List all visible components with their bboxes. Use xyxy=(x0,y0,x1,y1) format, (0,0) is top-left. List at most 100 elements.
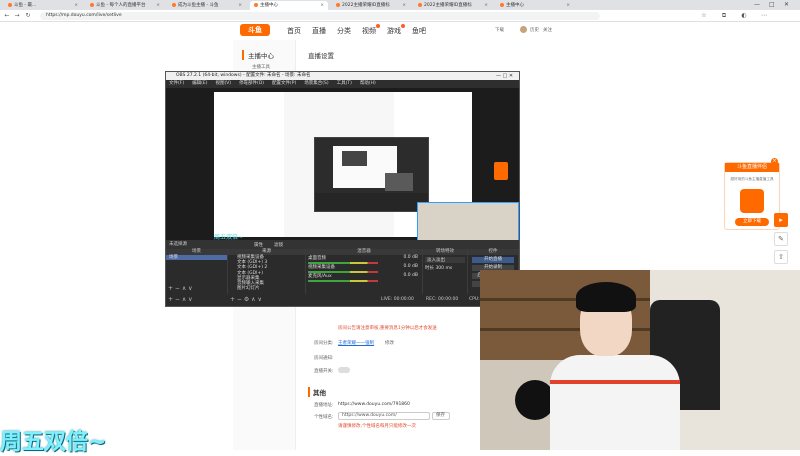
more-menu-icon[interactable]: ⋯ xyxy=(760,12,768,20)
duration-label: 时长 xyxy=(425,266,434,271)
scenes-dock: 场景 场景 + − ∧ ∨ xyxy=(166,249,228,294)
history-link[interactable]: 历史 xyxy=(530,27,539,33)
nav-category[interactable]: 分类 xyxy=(337,26,351,36)
start-streaming-button[interactable]: 开始直播 xyxy=(472,257,514,263)
close-window-button[interactable]: ✕ xyxy=(784,0,789,10)
douyu-companion-icon xyxy=(740,189,764,213)
menu-view[interactable]: 视图(V) xyxy=(215,80,231,88)
obs-status-bar: + − ∧ ∨ + − ⚙ ∧ ∨ LIVE: 00:00:00 REC: 00… xyxy=(166,294,519,306)
nav-home[interactable]: 首页 xyxy=(287,26,301,36)
streamer-body xyxy=(550,355,680,450)
star-icon[interactable]: ☆ xyxy=(700,12,708,20)
obs-close-icon[interactable]: — □ ✕ xyxy=(496,72,513,80)
source-toolbar-icon[interactable]: + − ⚙ ∧ ∨ xyxy=(230,294,262,306)
minimize-button[interactable]: — xyxy=(754,0,760,10)
microphone xyxy=(515,380,555,420)
menu-help[interactable]: 帮助(H) xyxy=(360,80,376,88)
scene-item[interactable]: 场景 xyxy=(166,255,227,261)
douyu-favicon-icon xyxy=(254,3,258,7)
tab-7[interactable]: 主播中心 × xyxy=(496,1,574,10)
close-icon[interactable]: × xyxy=(771,158,778,165)
widget-title: 斗鱼直播伴侣 xyxy=(725,163,779,172)
domain-input[interactable]: https://www.douyu.com/ xyxy=(338,412,430,420)
live-icon[interactable]: ▸ xyxy=(774,213,788,227)
mixer-db-value: 0.0 dB xyxy=(403,255,418,260)
close-icon[interactable]: × xyxy=(156,1,160,10)
back-arrow-icon[interactable]: ← xyxy=(3,12,11,20)
download-app-widget[interactable]: 斗鱼直播伴侣 超好用的斗鱼主播直播工具 立即下载 xyxy=(724,162,780,230)
tab-label: 主播中心 xyxy=(260,2,278,8)
tab-3[interactable]: 成为斗鱼主播 - 斗鱼 × xyxy=(168,1,246,10)
source-item[interactable]: 图片幻灯片 xyxy=(228,286,305,291)
domain-save-button[interactable]: 保存 xyxy=(432,412,450,420)
properties-button[interactable]: 属性 xyxy=(254,242,263,248)
nav-video[interactable]: 视频 xyxy=(362,24,380,36)
tab-4-active[interactable]: 主播中心 × xyxy=(250,0,328,10)
room-tag-link[interactable]: 王者荣耀一一强制 xyxy=(338,340,374,346)
no-source-label: 未选择源 xyxy=(169,242,187,247)
close-icon[interactable]: × xyxy=(566,1,570,10)
back-to-top-icon[interactable]: ⇧ xyxy=(774,250,788,264)
douyu-favicon-icon xyxy=(336,3,340,7)
tab-6[interactable]: 2022主播荣耀ID直播标 × xyxy=(414,1,492,10)
close-icon[interactable]: × xyxy=(484,1,488,10)
menu-file[interactable]: 文件(F) xyxy=(169,80,184,88)
tab-label: 主播中心 xyxy=(506,2,524,8)
mixer-video-capture-label: 视频采集设备 0.0 dB xyxy=(308,264,418,270)
douyu-favicon-icon xyxy=(418,3,422,7)
page-title: 直播设置 xyxy=(308,52,334,60)
reload-icon[interactable]: ↻ xyxy=(24,12,32,20)
obs-window: OBS 27.2.1 (64-bit, windows) - 配置文件: 未命名… xyxy=(165,71,520,307)
tab-1[interactable]: 斗鱼 - 最... × xyxy=(4,1,82,10)
transition-select[interactable]: 淡入淡出 xyxy=(425,257,465,263)
filters-button[interactable]: 滤镜 xyxy=(274,242,283,248)
profile-icon[interactable]: ◐ xyxy=(740,12,748,20)
menu-scene-collection[interactable]: 场景集合(S) xyxy=(304,80,328,88)
domain-label: 个性域名: xyxy=(314,415,334,420)
live-switch-toggle[interactable] xyxy=(338,367,350,373)
douyu-favicon-icon xyxy=(90,3,94,7)
nav-games[interactable]: 游戏 xyxy=(387,24,405,36)
address-bar: ← → ↻ https://mp.douyu.com/live/setlive … xyxy=(0,10,800,22)
obs-preview-canvas[interactable] xyxy=(214,92,519,257)
url-input[interactable]: https://mp.douyu.com/live/setlive xyxy=(40,12,600,20)
douyu-favicon-icon xyxy=(500,3,504,7)
nav-yuba[interactable]: 鱼吧 xyxy=(412,26,426,36)
menu-docks[interactable]: 停靠部件(D) xyxy=(239,80,264,88)
close-icon[interactable]: × xyxy=(238,1,242,10)
obs-source-toolbar: 未选择源 xyxy=(166,240,519,249)
duration-value[interactable]: 300 ms xyxy=(435,266,452,271)
close-icon[interactable]: × xyxy=(402,1,406,10)
download-link[interactable]: 下载 xyxy=(495,27,504,33)
douyu-logo[interactable]: 斗鱼 xyxy=(240,24,270,36)
nested-preview xyxy=(342,151,367,166)
tab-5[interactable]: 2022主播荣耀ID直播标 × xyxy=(332,1,410,10)
sidebar-item-tools[interactable]: 主播工具 xyxy=(252,64,270,70)
browser-tab-bar: 斗鱼 - 最... × 斗鱼 - 每个人的直播平台 × 成为斗鱼主播 - 斗鱼 × 主… xyxy=(0,0,800,10)
tab-2[interactable]: 斗鱼 - 每个人的直播平台 × xyxy=(86,1,164,10)
mixer-mic-label: 麦克风/Aux 0.0 dB xyxy=(308,273,418,279)
nav-live[interactable]: 直播 xyxy=(312,26,326,36)
menu-tools[interactable]: 工具(T) xyxy=(337,80,352,88)
scene-add-remove-icon[interactable]: + − ∧ ∨ xyxy=(168,285,193,292)
close-icon[interactable]: × xyxy=(74,1,78,10)
sources-dock: 来源 视频采集设备 文本 (GDI+) 3 文本 (GDI+) 2 文本 (GD… xyxy=(228,249,306,294)
room-address-label: 直播地址: xyxy=(314,403,334,408)
room-tag-edit-button[interactable]: 修改 xyxy=(385,340,394,346)
feedback-icon[interactable]: ✎ xyxy=(774,232,788,246)
close-icon[interactable]: × xyxy=(320,1,324,10)
tab-label: 成为斗鱼主播 - 斗鱼 xyxy=(178,2,219,8)
menu-edit[interactable]: 编辑(E) xyxy=(192,80,207,88)
streamer-hair xyxy=(576,282,636,312)
extensions-icon[interactable]: ⧉ xyxy=(720,12,728,20)
mixer-dock: 混音器 桌面音频 0.0 dB 视频采集设备 0.0 dB 麦克风/Aux 0.… xyxy=(306,249,423,294)
scene-toolbar-icon[interactable]: + − ∧ ∨ xyxy=(168,294,193,306)
sidebar-title: 主播中心 xyxy=(242,50,274,60)
forward-arrow-icon[interactable]: → xyxy=(13,12,21,20)
maximize-button[interactable]: □ xyxy=(769,0,775,10)
follow-link[interactable]: 关注 xyxy=(543,27,552,33)
download-now-button[interactable]: 立即下载 xyxy=(735,218,769,226)
menu-profile[interactable]: 配置文件(P) xyxy=(272,80,296,88)
avatar[interactable] xyxy=(520,26,527,33)
transitions-header: 转场特效 xyxy=(423,249,467,255)
